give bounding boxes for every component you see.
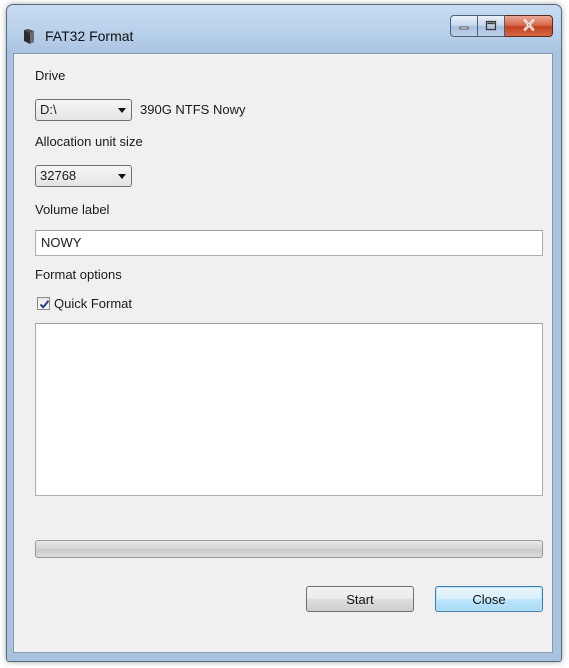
close-window-button[interactable] [505, 15, 553, 37]
app-window: FAT32 Format Drive D:\ 390G NTFS Nowy Al… [6, 4, 562, 662]
format-progress-bar [35, 540, 543, 558]
minimize-button[interactable] [450, 15, 478, 37]
maximize-icon [485, 19, 497, 34]
checkmark-icon [39, 300, 50, 309]
close-icon [522, 18, 536, 34]
drive-info: 390G NTFS Nowy [140, 102, 246, 117]
maximize-button[interactable] [478, 15, 505, 37]
drive-label: Drive [35, 68, 66, 83]
chevron-down-icon [118, 108, 126, 113]
allocation-unit-value: 32768 [40, 168, 77, 183]
window-title: FAT32 Format [45, 28, 134, 44]
volume-label-input[interactable]: NOWY [35, 230, 543, 256]
caption-buttons [450, 15, 553, 39]
close-button[interactable]: Close [435, 586, 543, 612]
format-options-label: Format options [35, 267, 122, 282]
volume-label-value: NOWY [41, 235, 82, 250]
format-log-area[interactable] [35, 323, 543, 496]
format-app-icon[interactable] [21, 29, 37, 45]
chevron-down-icon [118, 174, 126, 179]
volume-label-caption: Volume label [35, 202, 110, 217]
dialog-client-area: Drive D:\ 390G NTFS Nowy Allocation unit… [13, 53, 553, 653]
allocation-unit-select[interactable]: 32768 [35, 165, 132, 187]
title-bar[interactable]: FAT32 Format [7, 5, 561, 53]
quick-format-checkbox[interactable] [37, 297, 50, 310]
drive-select[interactable]: D:\ [35, 99, 132, 121]
quick-format-label[interactable]: Quick Format [54, 296, 132, 311]
minimize-icon [458, 19, 470, 34]
start-button[interactable]: Start [306, 586, 414, 612]
drive-select-value: D:\ [40, 102, 57, 117]
allocation-unit-label: Allocation unit size [35, 134, 143, 149]
